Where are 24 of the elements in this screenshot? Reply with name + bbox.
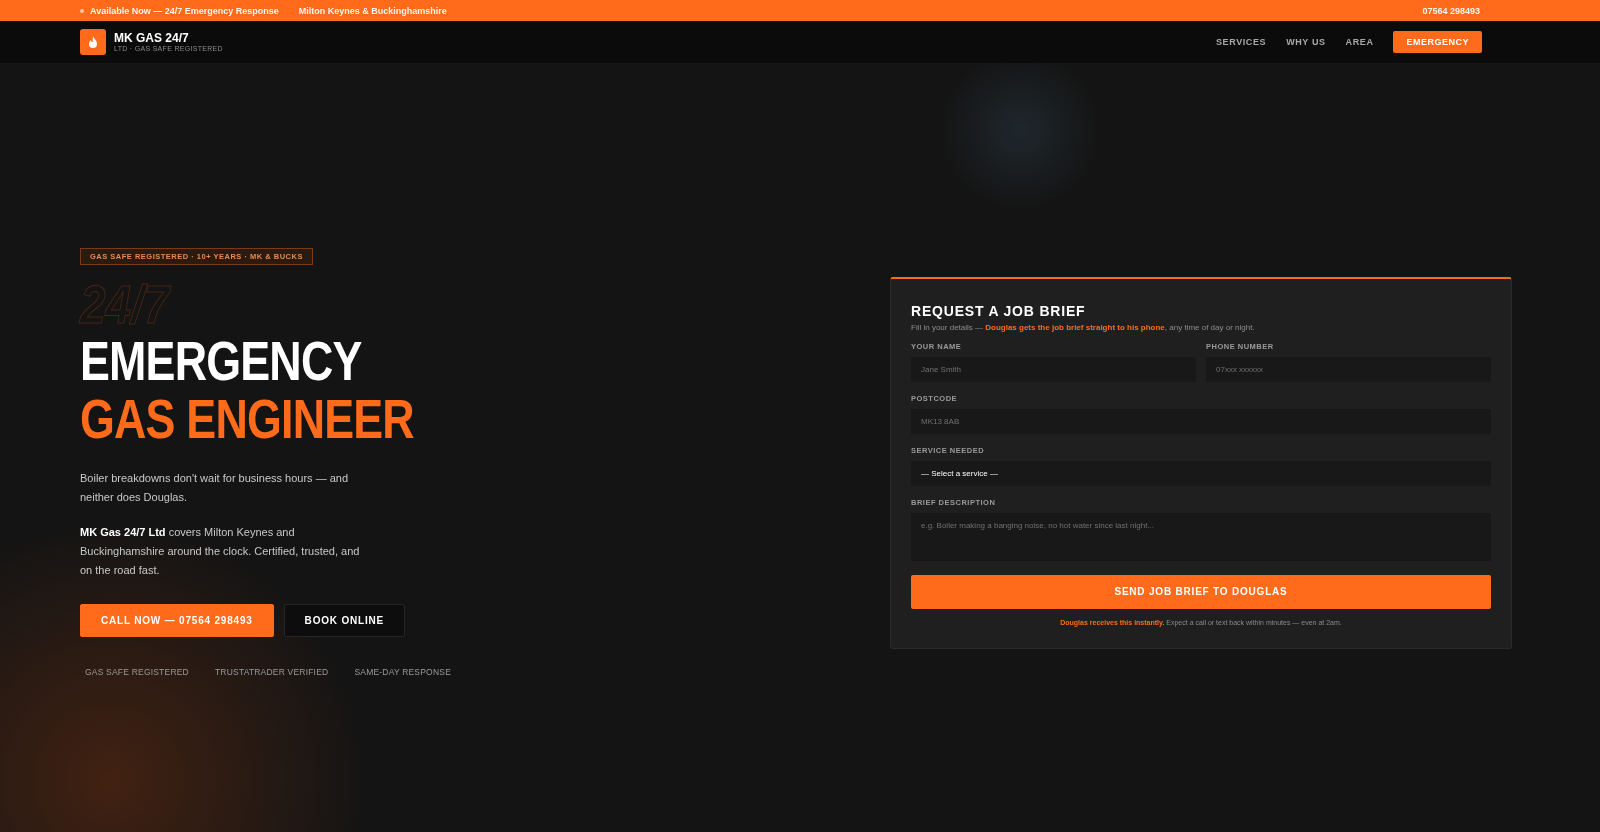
- phone-text: 07564 298493: [1422, 5, 1480, 16]
- hero-heading: GAS ENGINEER: [80, 391, 414, 447]
- nav-link[interactable]: WHY US: [1286, 37, 1326, 47]
- hero-heading: EMERGENCY: [80, 333, 362, 389]
- nav-link[interactable]: SERVICES: [1216, 37, 1267, 47]
- hero-paragraph: MK Gas 24/7 Ltd covers Milton Keynes and Buckinghamshire around the clock. Certified, trusted, and on the road fast.: [80, 525, 361, 578]
- flame-logo-icon: [80, 29, 106, 55]
- nav-link[interactable]: AREA: [1345, 37, 1374, 47]
- description-field[interactable]: e.g. Boiler making a banging noise, no hot water since last night...: [911, 512, 1491, 561]
- trust-item: SAME-DAY RESPONSE: [354, 667, 451, 677]
- trust-item: GAS SAFE REGISTERED: [85, 667, 189, 677]
- input-field[interactable]: Jane Smith: [911, 356, 1196, 382]
- input-field[interactable]: MK13 8AB: [911, 408, 1491, 434]
- availability-text: Available Now — 24/7 Emergency Response: [90, 5, 279, 16]
- book-button[interactable]: BOOK ONLINE: [283, 604, 405, 637]
- trust-item: TRUSTATRADER VERIFIED: [214, 667, 329, 677]
- form-intro: Fill in your details — Douglas gets the job brief straight to his phone, any time of day or night.: [911, 322, 1256, 332]
- logo-title: MK GAS 24/7: [114, 31, 190, 46]
- select-field[interactable]: — Select a service —: [911, 460, 1491, 486]
- input-field[interactable]: 07xxx xxxxxx: [1206, 356, 1491, 382]
- live-dot-icon: [80, 8, 84, 13]
- hero-paragraph: Boiler breakdowns don't wait for business hours — and neither does Douglas.: [80, 471, 350, 505]
- form-title: REQUEST A JOB BRIEF: [911, 302, 1087, 319]
- area-text: Milton Keynes & Buckinghamshire: [298, 5, 447, 16]
